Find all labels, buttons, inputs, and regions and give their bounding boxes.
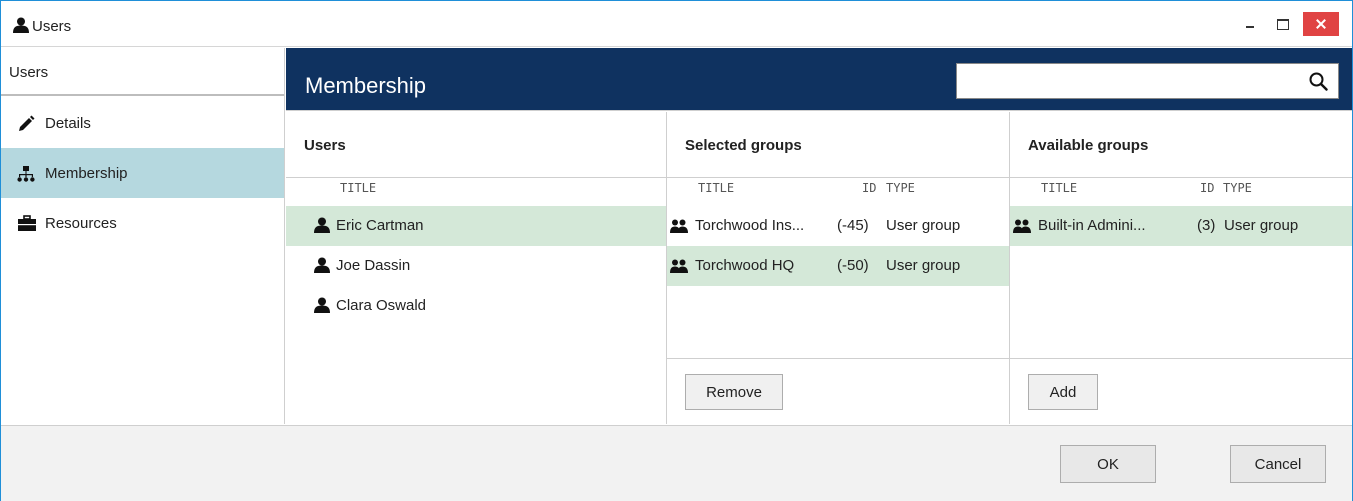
page-title: Membership [305,73,427,98]
row-title: Built-in Admini... [1038,217,1146,234]
column-header-id[interactable]: ID [862,181,876,195]
users-panel: Users TITLE Eric Cartman Joe Dassin Clar… [286,112,667,424]
panel-title: Available groups [1028,137,1149,154]
row-title: Eric Cartman [336,217,424,234]
column-header-title[interactable]: TITLE [698,181,734,195]
sidebar-item-resources[interactable]: Resources [1,198,284,248]
divider [286,177,666,178]
cancel-button[interactable]: Cancel [1230,445,1326,483]
divider [667,358,1009,359]
column-header-type[interactable]: TYPE [886,181,915,195]
search-icon[interactable] [1309,72,1328,95]
table-row[interactable]: Built-in Admini... (3) User group [1010,206,1352,246]
row-id: (-50) [837,257,869,274]
panel-title: Users [304,137,346,154]
row-type: User group [886,217,961,234]
maximize-button[interactable] [1271,12,1293,36]
sidebar-item-label: Resources [45,215,117,232]
close-button[interactable] [1303,12,1339,36]
row-title: Clara Oswald [336,297,427,314]
pencil-icon [17,115,37,133]
row-id: (3) [1197,217,1216,234]
add-button[interactable]: Add [1028,374,1098,410]
row-title: Torchwood HQ [695,257,795,274]
content-header: Membership [286,48,1352,111]
table-row[interactable]: Torchwood Ins... (-45) User group [667,206,1009,246]
users-window: Users Users Details Membership Resources [0,0,1353,501]
user-icon [314,257,330,277]
sidebar-item-details[interactable]: Details [1,98,284,148]
group-icon [670,259,688,277]
ok-button[interactable]: OK [1060,445,1156,483]
user-icon [13,17,29,37]
sidebar-item-label: Details [45,115,91,132]
user-icon [314,297,330,317]
remove-button[interactable]: Remove [685,374,783,410]
sidebar-heading: Users [1,48,284,96]
panel-title: Selected groups [685,137,802,154]
divider [1010,177,1352,178]
minimize-button[interactable] [1239,12,1261,36]
user-icon [314,217,330,237]
column-header-id[interactable]: ID [1200,181,1214,195]
row-type: User group [886,257,961,274]
sidebar-item-membership[interactable]: Membership [1,148,284,198]
table-row[interactable]: Eric Cartman [286,206,666,246]
group-icon [670,219,688,237]
table-row[interactable]: Torchwood HQ (-50) User group [667,246,1009,286]
briefcase-icon [17,215,37,233]
divider [667,177,1009,178]
search-input[interactable] [956,63,1339,99]
row-title: Torchwood Ins... [695,217,805,234]
table-row[interactable]: Joe Dassin [286,246,666,286]
column-header-type[interactable]: TYPE [1223,181,1252,195]
hierarchy-icon [17,165,37,183]
selected-groups-panel: Selected groups TITLE ID TYPE Torchwood … [667,112,1010,424]
divider [1010,358,1352,359]
available-groups-panel: Available groups TITLE ID TYPE Built-in … [1010,112,1352,424]
sidebar: Users Details Membership Resources [1,48,285,424]
column-header-title[interactable]: TITLE [1041,181,1077,195]
row-title: Joe Dassin [336,257,411,274]
row-id: (-45) [837,217,869,234]
group-icon [1013,219,1031,237]
column-header-title[interactable]: TITLE [340,181,376,195]
sidebar-item-label: Membership [45,165,128,182]
window-title: Users [32,18,72,35]
title-bar: Users [1,1,1352,47]
row-type: User group [1224,217,1299,234]
table-row[interactable]: Clara Oswald [286,286,666,326]
dialog-footer: OK Cancel [1,425,1352,501]
